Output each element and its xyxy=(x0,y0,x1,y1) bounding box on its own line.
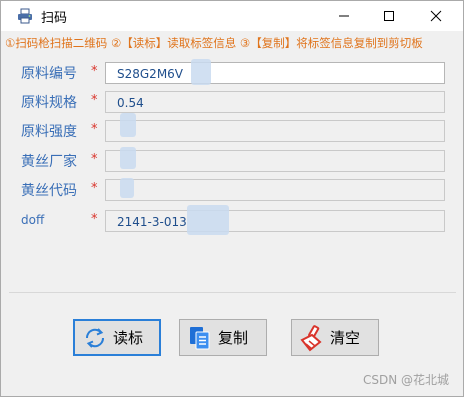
read-label-button[interactable]: 读标 xyxy=(73,319,161,356)
redaction-blur xyxy=(191,59,211,85)
minimize-icon xyxy=(339,15,349,17)
watermark: CSDN @花北城 xyxy=(362,373,449,387)
doff-field[interactable]: 2141-3-013 xyxy=(105,210,445,232)
read-label-text: 读标 xyxy=(113,329,144,347)
scan-window: 扫码 ①扫码枪扫描二维码 ②【读标】读取标签信息 ③【复制】将标签信息复制到剪切… xyxy=(0,0,464,397)
material-strength-label: 原料强度 xyxy=(21,124,77,140)
redaction-blur xyxy=(120,147,136,169)
maximize-button[interactable] xyxy=(366,1,412,31)
yarn-maker-field[interactable] xyxy=(105,150,445,172)
clear-text: 清空 xyxy=(330,329,361,347)
yarn-code-label: 黄丝代码 xyxy=(21,183,77,199)
yarn-maker-label: 黄丝厂家 xyxy=(21,154,77,170)
redaction-blur xyxy=(120,113,136,137)
minimize-button[interactable] xyxy=(321,1,367,31)
required-mark: * xyxy=(91,152,98,167)
required-mark: * xyxy=(91,212,98,227)
required-mark: * xyxy=(91,93,98,108)
printer-icon xyxy=(17,8,33,24)
clear-button[interactable]: 清空 xyxy=(291,319,379,356)
broom-icon xyxy=(298,324,326,352)
label-info-form: 原料编号 * S28G2M6V 原料规格 * 0.54 原料强度 * 黄丝厂家 … xyxy=(9,55,456,293)
required-mark: * xyxy=(91,181,98,196)
required-mark: * xyxy=(91,64,98,79)
title-bar[interactable]: 扫码 xyxy=(1,1,463,31)
required-mark: * xyxy=(91,122,98,137)
yarn-code-field[interactable] xyxy=(105,179,445,201)
material-strength-field[interactable] xyxy=(105,120,445,142)
refresh-icon xyxy=(81,324,109,352)
window-title: 扫码 xyxy=(41,11,68,26)
material-spec-label: 原料规格 xyxy=(21,95,77,111)
material-code-field[interactable]: S28G2M6V xyxy=(105,62,445,84)
redaction-blur xyxy=(120,178,134,198)
copy-text: 复制 xyxy=(218,329,249,347)
maximize-icon xyxy=(384,11,394,21)
material-code-label: 原料编号 xyxy=(21,66,77,82)
copy-icon xyxy=(186,324,214,352)
copy-button[interactable]: 复制 xyxy=(179,319,267,356)
material-spec-field[interactable]: 0.54 xyxy=(105,91,445,113)
doff-label: doff xyxy=(21,213,45,227)
redaction-blur xyxy=(187,205,229,235)
close-icon xyxy=(430,10,442,22)
close-button[interactable] xyxy=(413,1,459,31)
instruction-hint: ①扫码枪扫描二维码 ②【读标】读取标签信息 ③【复制】将标签信息复制到剪切板 xyxy=(5,36,423,50)
